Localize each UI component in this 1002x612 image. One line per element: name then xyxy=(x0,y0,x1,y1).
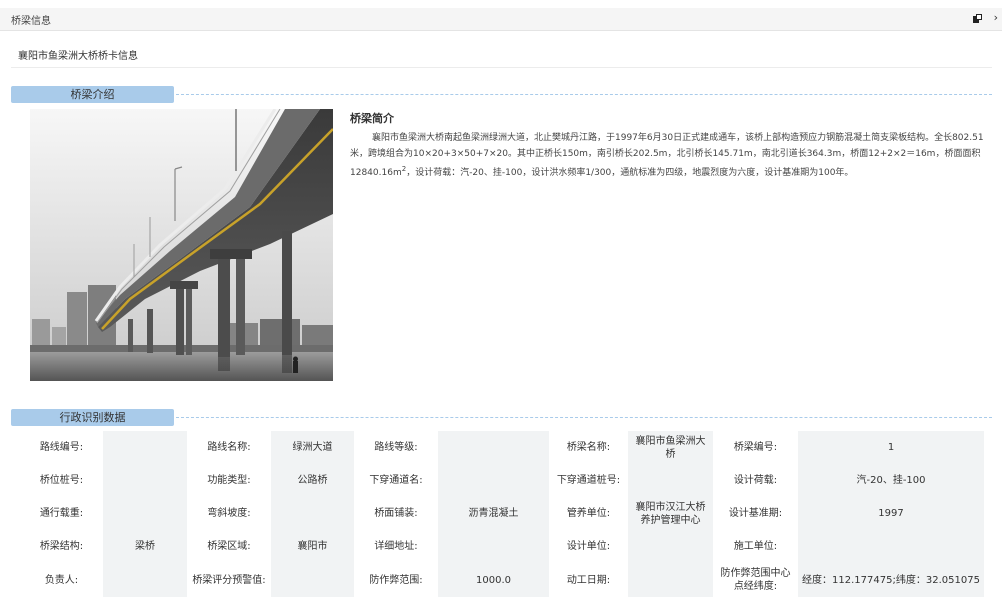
subtitle-divider xyxy=(11,67,992,68)
field-value: 1997 xyxy=(798,497,984,530)
field-value xyxy=(103,464,187,497)
field-value xyxy=(628,530,713,563)
field-label: 管养单位: xyxy=(549,497,628,530)
field-value xyxy=(271,563,354,597)
field-label: 桥面铺装: xyxy=(354,497,438,530)
field-value: 1 xyxy=(798,431,984,464)
section-title-intro: 桥梁介绍 xyxy=(11,86,174,103)
field-value: 襄阳市 xyxy=(271,530,354,563)
field-value xyxy=(438,431,549,464)
field-value xyxy=(271,497,354,530)
field-label: 下穿通道桩号: xyxy=(549,464,628,497)
field-value xyxy=(798,530,984,563)
field-label: 设计荷载: xyxy=(713,464,798,497)
field-label: 桥梁结构: xyxy=(20,530,103,563)
field-label: 防作弊范围: xyxy=(354,563,438,597)
window-title: 桥梁信息 xyxy=(11,16,51,27)
field-label: 设计基准期: xyxy=(713,497,798,530)
section-divider xyxy=(176,417,992,418)
field-value xyxy=(628,563,713,597)
field-value xyxy=(103,431,187,464)
table-row: 负责人: 桥梁评分预警值: 防作弊范围: 1000.0 动工日期: 防作弊范围中心点经纬度… xyxy=(20,563,984,597)
field-value: 1000.0 xyxy=(438,563,549,597)
bridge-info-page: 桥梁信息 › 襄阳市鱼梁洲大桥桥卡信息 桥梁介绍 桥梁简介 襄阳市鱼梁洲大桥南起… xyxy=(0,0,1002,612)
field-value: 绿洲大道 xyxy=(271,431,354,464)
field-label: 路线等级: xyxy=(354,431,438,464)
field-value: 梁桥 xyxy=(103,530,187,563)
field-value: 襄阳市汉江大桥养护管理中心 xyxy=(628,497,713,530)
field-label: 负责人: xyxy=(20,563,103,597)
field-label: 桥梁编号: xyxy=(713,431,798,464)
field-label: 动工日期: xyxy=(549,563,628,597)
section-title-admin: 行政识别数据 xyxy=(11,409,174,426)
field-label: 下穿通道名: xyxy=(354,464,438,497)
table-row: 桥梁结构: 梁桥 桥梁区域: 襄阳市 详细地址: 设计单位: 施工单位: xyxy=(20,530,984,563)
field-value xyxy=(628,464,713,497)
table-row: 通行载重: 弯斜坡度: 桥面铺装: 沥青混凝土 管养单位: 襄阳市汉江大桥养护管理中心 设计… xyxy=(20,497,984,530)
field-label: 设计单位: xyxy=(549,530,628,563)
restore-window-icon[interactable] xyxy=(973,14,982,23)
window-title-bar: 桥梁信息 › xyxy=(0,8,1002,31)
table-row: 桥位桩号: 功能类型: 公路桥 下穿通道名: 下穿通道桩号: 设计荷载: 汽-20、挂-10… xyxy=(20,464,984,497)
field-label: 桥梁区域: xyxy=(187,530,271,563)
section-header-admin: 行政识别数据 xyxy=(11,409,992,426)
field-label: 防作弊范围中心点经纬度: xyxy=(713,563,798,597)
field-value: 经度：112.177475;纬度：32.051075 xyxy=(798,563,984,597)
intro-title: 桥梁简介 xyxy=(350,112,394,125)
section-header-intro: 桥梁介绍 xyxy=(11,86,992,103)
field-value xyxy=(103,497,187,530)
field-label: 功能类型: xyxy=(187,464,271,497)
field-label: 桥梁名称: xyxy=(549,431,628,464)
field-label: 施工单位: xyxy=(713,530,798,563)
table-row: 路线编号: 路线名称: 绿洲大道 路线等级: 桥梁名称: 襄阳市鱼梁洲大桥 桥梁编号: 1 xyxy=(20,431,984,464)
page-subtitle: 襄阳市鱼梁洲大桥桥卡信息 xyxy=(18,51,138,62)
field-value: 襄阳市鱼梁洲大桥 xyxy=(628,431,713,464)
field-value: 沥青混凝土 xyxy=(438,497,549,530)
intro-text-tail: ，设计荷载：汽-20、挂-100，设计洪水频率1/300，通航标准为四级，地震烈… xyxy=(406,168,854,178)
field-value: 汽-20、挂-100 xyxy=(798,464,984,497)
field-value xyxy=(103,563,187,597)
field-label: 路线编号: xyxy=(20,431,103,464)
intro-paragraph: 襄阳市鱼梁洲大桥南起鱼梁洲绿洲大道，北止樊城丹江路，于1997年6月30日正式建… xyxy=(350,131,992,182)
section-divider xyxy=(176,94,992,95)
field-label: 详细地址: xyxy=(354,530,438,563)
field-label: 桥梁评分预警值: xyxy=(187,563,271,597)
field-label: 弯斜坡度: xyxy=(187,497,271,530)
field-label: 路线名称: xyxy=(187,431,271,464)
field-label: 通行载重: xyxy=(20,497,103,530)
field-value: 公路桥 xyxy=(271,464,354,497)
field-value xyxy=(438,464,549,497)
field-label: 桥位桩号: xyxy=(20,464,103,497)
chevron-right-icon[interactable]: › xyxy=(994,11,998,24)
bridge-photo xyxy=(30,109,333,381)
admin-data-table: 路线编号: 路线名称: 绿洲大道 路线等级: 桥梁名称: 襄阳市鱼梁洲大桥 桥梁编号: 1 桥位… xyxy=(20,431,984,597)
field-value xyxy=(438,530,549,563)
